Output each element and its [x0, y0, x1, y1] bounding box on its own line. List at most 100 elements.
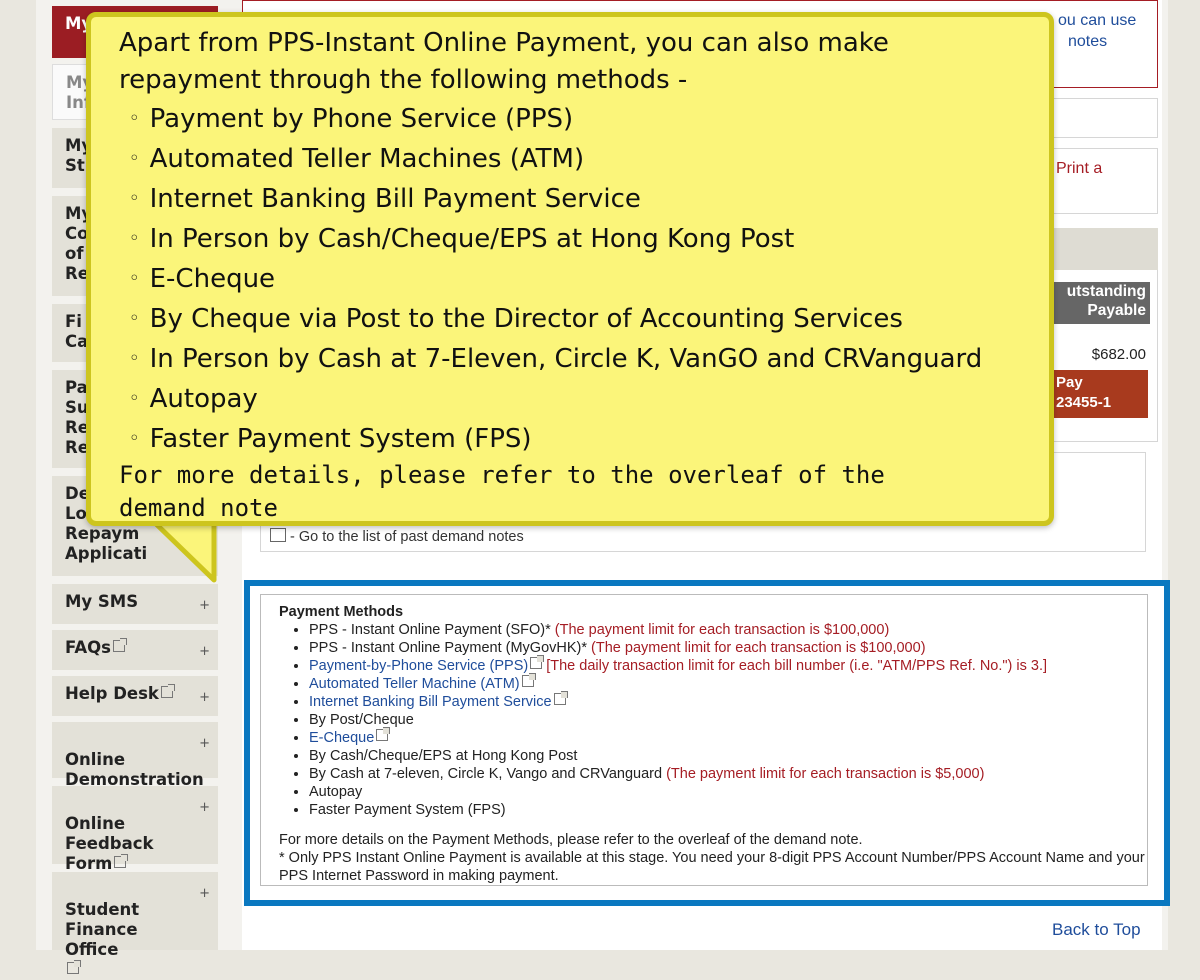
list-item: Autopay [309, 783, 1147, 801]
list-item: By Cash at 7-eleven, Circle K, Vango and… [309, 765, 1147, 783]
external-link-icon [530, 655, 545, 669]
sidebar-item-label: Online Feedback Form [65, 814, 154, 873]
method-label: PPS - Instant Online Payment (MyGovHK)* [309, 640, 588, 656]
method-note: [The daily transaction limit for each bi… [546, 658, 1048, 674]
payment-methods-title: Payment Methods [279, 604, 404, 620]
callout-method: Automated Teller Machines (ATM) [149, 144, 585, 174]
sidebar-item-label: Student Finance Office [65, 900, 140, 959]
payment-methods-highlight: Payment Methods PPS - Instant Online Pay… [244, 580, 1170, 906]
external-link-icon [113, 638, 127, 652]
method-note: (The payment limit for each transaction … [666, 766, 985, 782]
bullet-icon: ◦ [129, 188, 140, 209]
sidebar-item-label: My SMS [65, 592, 139, 611]
list-item: ◦ By Cheque via Post to the Director of A… [119, 299, 1039, 339]
external-link-icon [553, 691, 568, 705]
method-label: By Post/Cheque [309, 712, 414, 728]
list-item: ◦ E-Cheque [119, 259, 1039, 299]
list-item: By Cash/Cheque/EPS at Hong Kong Post [309, 747, 1147, 765]
method-label: Faster Payment System (FPS) [309, 802, 506, 818]
list-item: ◦ In Person by Cash at 7-Eleven, Circle K… [119, 339, 1039, 379]
outstanding-amount: $682.00 [1091, 346, 1146, 363]
list-item: ◦ In Person by Cash/Cheque/EPS at Hong Ko… [119, 219, 1039, 259]
method-link[interactable]: E-Cheque [309, 730, 374, 746]
callout-method: Payment by Phone Service (PPS) [149, 104, 574, 134]
calendar-icon [270, 528, 286, 542]
bullet-icon: ◦ [129, 348, 140, 369]
sidebar-item-online-feedback-form[interactable]: Online Feedback Form + [52, 786, 218, 873]
notice-text: ou can use notes [1058, 10, 1136, 52]
plus-icon: + [199, 886, 210, 901]
plus-icon: + [199, 736, 210, 751]
list-item: ◦ Payment by Phone Service (PPS) [119, 99, 1039, 139]
list-item: Internet Banking Bill Payment Service [309, 691, 1147, 711]
bullet-icon: ◦ [129, 108, 140, 129]
list-item: Payment-by-Phone Service (PPS) [The dail… [309, 655, 1147, 675]
payment-methods-list: PPS - Instant Online Payment (SFO)* (The… [279, 621, 1147, 819]
method-link[interactable]: Payment-by-Phone Service (PPS) [309, 658, 528, 674]
past-notes-label: - Go to the list of past demand notes [290, 529, 524, 545]
callout-intro: Apart from PPS-Instant Online Payment, y… [119, 28, 889, 95]
callout-method: In Person by Cash at 7-Eleven, Circle K,… [149, 344, 983, 374]
external-link-icon [160, 684, 175, 698]
callout-more-details: For more details, please refer to the ov… [119, 461, 885, 522]
external-link-icon [114, 854, 129, 868]
plus-icon: + [199, 598, 210, 613]
method-link[interactable]: Automated Teller Machine (ATM) [309, 676, 520, 692]
callout-method: In Person by Cash/Cheque/EPS at Hong Kon… [149, 224, 795, 254]
bullet-icon: ◦ [129, 228, 140, 249]
pay-button[interactable]: Pay 23455-1 [1050, 370, 1148, 418]
list-item: Automated Teller Machine (ATM) [309, 673, 1147, 693]
method-label: PPS - Instant Online Payment (SFO)* [309, 622, 551, 638]
callout-method: Faster Payment System (FPS) [149, 424, 532, 454]
payment-info-callout: Apart from PPS-Instant Online Payment, y… [86, 12, 1054, 526]
back-to-top-link[interactable]: Back to Top [1052, 920, 1141, 940]
plus-icon: + [199, 800, 210, 815]
callout-method: E-Cheque [149, 264, 276, 294]
callout-method: Internet Banking Bill Payment Service [149, 184, 641, 214]
sidebar-item-faqs[interactable]: FAQs + [52, 630, 218, 670]
payment-methods-note: For more details on the Payment Methods,… [279, 832, 863, 848]
callout-methods-list: ◦ Payment by Phone Service (PPS) ◦ Automat… [119, 99, 1039, 459]
sidebar-item-help-desk[interactable]: Help Desk + [52, 676, 218, 716]
notice-line: ou can use [1058, 12, 1137, 29]
method-note: (The payment limit for each transaction … [554, 622, 890, 638]
sidebar-item-label: Fi Ca [65, 312, 89, 351]
bullet-icon: ◦ [129, 388, 140, 409]
bullet-icon: ◦ [129, 148, 140, 169]
external-link-icon [67, 960, 81, 974]
payment-methods-panel: Payment Methods PPS - Instant Online Pay… [260, 594, 1148, 886]
callout-method: Autopay [149, 384, 258, 414]
sidebar-item-online-demonstration[interactable]: Online Demonstration + [52, 722, 218, 789]
method-note: (The payment limit for each transaction … [591, 640, 926, 656]
bullet-icon: ◦ [129, 268, 140, 289]
method-label: By Cash at 7-eleven, Circle K, Vango and… [309, 766, 663, 782]
sidebar-item-my-sms[interactable]: My SMS + [52, 584, 218, 624]
external-link-icon [521, 673, 536, 687]
print-link[interactable]: Print a [1056, 160, 1102, 178]
method-label: Autopay [309, 784, 363, 800]
pps-only-note: * Only PPS Instant Online Payment is ava… [279, 850, 1145, 884]
plus-icon: + [199, 644, 210, 659]
list-item: E-Cheque [309, 727, 1147, 747]
external-link-icon [376, 727, 391, 741]
sidebar-item-label: Help Desk [65, 684, 159, 703]
list-item: Faster Payment System (FPS) [309, 801, 1147, 819]
outstanding-payable-header: utstanding Payable [1050, 282, 1150, 324]
notice-line: notes [1068, 33, 1108, 50]
sidebar-item-label: FAQs [65, 638, 111, 657]
list-item: PPS - Instant Online Payment (MyGovHK)* … [309, 639, 1147, 657]
list-item: ◦ Internet Banking Bill Payment Service [119, 179, 1039, 219]
list-item: By Post/Cheque [309, 711, 1147, 729]
sidebar-item-label: Online Demonstration [65, 750, 204, 789]
list-item: ◦ Faster Payment System (FPS) [119, 419, 1039, 459]
method-link[interactable]: Internet Banking Bill Payment Service [309, 694, 552, 710]
plus-icon: + [199, 690, 210, 705]
list-item: ◦ Automated Teller Machines (ATM) [119, 139, 1039, 179]
method-label: By Cash/Cheque/EPS at Hong Kong Post [309, 748, 578, 764]
past-notes-link[interactable]: - Go to the list of past demand notes [270, 528, 524, 545]
sidebar-item-student-finance-office[interactable]: Student Finance Office + [52, 872, 218, 974]
bullet-icon: ◦ [129, 428, 140, 449]
callout-content: Apart from PPS-Instant Online Payment, y… [119, 25, 1039, 525]
list-item: PPS - Instant Online Payment (SFO)* (The… [309, 621, 1147, 639]
bullet-icon: ◦ [129, 308, 140, 329]
